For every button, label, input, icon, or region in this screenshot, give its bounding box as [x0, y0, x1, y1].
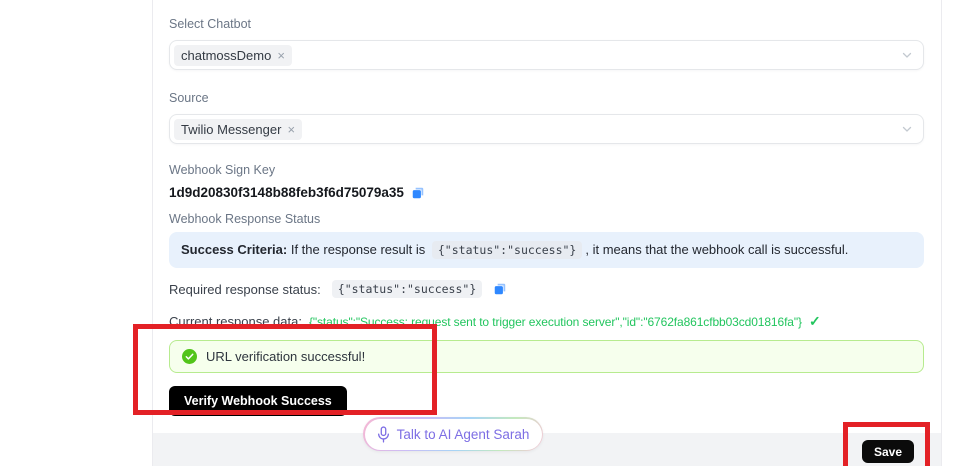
copy-icon[interactable]: [493, 282, 507, 296]
success-criteria-info-box: Success Criteria: If the response result…: [169, 232, 924, 268]
url-verification-alert: URL verification successful!: [169, 340, 924, 373]
criteria-code-chip: {"status":"success"}: [432, 241, 582, 259]
talk-to-ai-agent-button[interactable]: Talk to AI Agent Sarah: [365, 419, 542, 450]
talk-to-ai-agent-label: Talk to AI Agent Sarah: [397, 427, 530, 442]
criteria-bold-text: Success Criteria:: [181, 242, 287, 257]
current-response-value: {"status":"Success: request sent to trig…: [309, 315, 802, 329]
source-tag-remove-icon[interactable]: ×: [287, 123, 295, 136]
source-select[interactable]: Twilio Messenger ×: [169, 114, 924, 144]
microphone-icon: [377, 426, 390, 443]
ai-agent-pill-border: Talk to AI Agent Sarah: [363, 417, 543, 451]
check-circle-icon: [182, 349, 197, 364]
chatbot-tag: chatmossDemo ×: [174, 45, 292, 66]
required-status-label: Required response status:: [169, 282, 321, 297]
current-response-label: Current response data:: [169, 314, 302, 329]
chatbot-tag-label: chatmossDemo: [181, 48, 271, 63]
verify-webhook-button[interactable]: Verify Webhook Success: [169, 386, 347, 416]
select-chatbot-label: Select Chatbot: [169, 16, 924, 32]
panel-content: Select Chatbot chatmossDemo × Source Twi…: [153, 0, 941, 416]
webhook-config-panel: Select Chatbot chatmossDemo × Source Twi…: [152, 0, 942, 466]
required-status-code-chip: {"status":"success"}: [332, 280, 482, 298]
response-status-label: Webhook Response Status: [169, 211, 924, 227]
chevron-down-icon: [901, 49, 913, 61]
check-icon: ✓: [809, 313, 821, 330]
chatbot-select[interactable]: chatmossDemo ×: [169, 40, 924, 70]
required-status-row: Required response status: {"status":"suc…: [169, 280, 924, 298]
footer-bar: Save: [153, 433, 941, 466]
chatbot-tag-remove-icon[interactable]: ×: [277, 49, 285, 62]
source-tag: Twilio Messenger ×: [174, 119, 302, 140]
criteria-mid-text: If the response result is: [287, 242, 425, 257]
sign-key-label: Webhook Sign Key: [169, 162, 924, 178]
source-tag-label: Twilio Messenger: [181, 122, 281, 137]
criteria-end-text: , it means that the webhook call is succ…: [585, 242, 848, 257]
sign-key-row: 1d9d20830f3148b88feb3f6d75079a35: [169, 185, 924, 200]
sign-key-value: 1d9d20830f3148b88feb3f6d75079a35: [169, 185, 404, 200]
source-label: Source: [169, 90, 924, 106]
url-verification-message: URL verification successful!: [206, 349, 365, 364]
copy-icon[interactable]: [411, 186, 425, 200]
chevron-down-icon: [901, 123, 913, 135]
screen: Select Chatbot chatmossDemo × Source Twi…: [0, 0, 974, 466]
current-response-row: Current response data: {"status":"Succes…: [169, 313, 924, 330]
save-button[interactable]: Save: [862, 440, 914, 463]
